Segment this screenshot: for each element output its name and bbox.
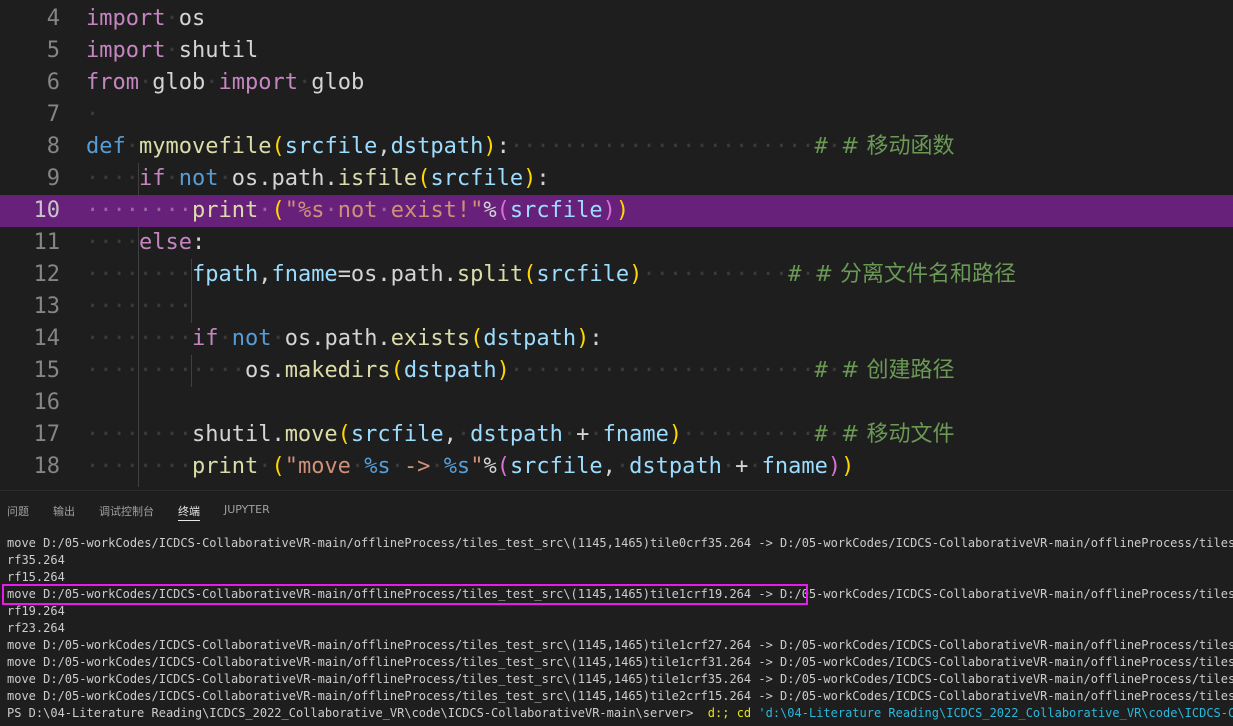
bottom-panel: 问题 输出 调试控制台 终端 JUPYTER move D:/05-workCo… [0,490,1233,726]
line-number: 10 [33,198,61,223]
line-number: 17 [33,422,61,447]
code-text: import·os [86,6,206,31]
code-line[interactable]: 4 import·os [0,3,1233,35]
code-line[interactable]: 8 def·mymovefile(srcfile,dstpath):······… [0,131,1233,163]
tab-terminal[interactable]: 终端 [178,503,200,521]
code-line[interactable]: 16 [0,387,1233,419]
line-number: 8 [46,134,60,159]
code-line[interactable]: 11 ····else: [0,227,1233,259]
code-comment: # 移动函数 [841,134,955,159]
code-line[interactable]: 12 ········fpath,fname=os.path.split(src… [0,259,1233,291]
code-line[interactable]: 13 ········ [0,291,1233,323]
terminal-line: move D:/05-workCodes/ICDCS-Collaborative… [7,536,1233,550]
code-text: ········print·("%s·not·exist!"%(srcfile)… [86,198,630,223]
panel-tabs: 问题 输出 调试控制台 终端 JUPYTER [0,491,1233,527]
line-number: 6 [46,70,60,95]
code-text: ············os.makedirs(dstpath)········… [86,358,955,383]
code-editor[interactable]: 4 import·os 5 import·shutil 6 from·glob·… [0,0,1233,490]
line-number: 13 [33,294,61,319]
code-line[interactable]: 15 ············os.makedirs(dstpath)·····… [0,355,1233,387]
line-number: 15 [33,358,61,383]
terminal-prompt: PS D:\04-Literature Reading\ICDCS_2022_C… [7,706,694,720]
terminal-line: rf19.264 [7,604,65,618]
code-comment: # 移动文件 [841,422,955,447]
code-text: import·shutil [86,38,259,63]
line-number: 7 [46,102,60,127]
code-line[interactable]: 14 ········if·not·os.path.exists(dstpath… [0,323,1233,355]
code-text: ········if·not·os.path.exists(dstpath): [86,326,603,351]
code-line[interactable]: 6 from·glob·import·glob [0,67,1233,99]
terminal-line: rf23.264 [7,621,65,635]
code-line-current[interactable]: 10 ········print·("%s·not·exist!"%(srcfi… [0,195,1233,227]
line-number: 9 [46,166,60,191]
tab-problems[interactable]: 问题 [7,503,29,519]
code-comment: # 创建路径 [841,358,955,383]
terminal-line: rf35.264 [7,553,65,567]
code-comment: # 分离文件名和路径 [814,262,1016,287]
code-text: ········shutil.move(srcfile,·dstpath·+·f… [86,422,955,447]
line-number: 14 [33,326,61,351]
tab-debug-console[interactable]: 调试控制台 [99,503,154,519]
line-number: 4 [46,6,60,31]
code-text: ····else: [86,230,206,255]
code-text: · [86,102,100,127]
annotation-highlight-box [2,584,808,605]
code-text: from·glob·import·glob [86,70,365,95]
code-text: ········print·("move·%s·->·%s"%(srcfile,… [86,454,855,479]
terminal-line: move D:/05-workCodes/ICDCS-Collaborative… [7,672,1233,686]
terminal-line: move D:/05-workCodes/ICDCS-Collaborative… [7,655,1233,669]
code-text: ········ [86,294,192,319]
line-number: 16 [33,390,61,415]
terminal-output[interactable]: move D:/05-workCodes/ICDCS-Collaborative… [7,535,1233,722]
code-text: ····if·not·os.path.isfile(srcfile): [86,166,550,191]
code-line[interactable]: 9 ····if·not·os.path.isfile(srcfile): [0,163,1233,195]
terminal-prompt-line[interactable]: PS D:\04-Literature Reading\ICDCS_2022_C… [7,705,1233,722]
code-line[interactable]: 17 ········shutil.move(srcfile,·dstpath·… [0,419,1233,451]
code-line[interactable]: 5 import·shutil [0,35,1233,67]
line-number: 18 [33,454,61,479]
terminal-line: move D:/05-workCodes/ICDCS-Collaborative… [7,638,1233,652]
code-line[interactable]: 18 ········print·("move·%s·->·%s"%(srcfi… [0,451,1233,483]
line-number: 5 [46,38,60,63]
terminal-command-arg: 'd:\04-Literature Reading\ICDCS_2022_Col… [758,706,1233,720]
code-text: def·mymovefile(srcfile,dstpath):········… [86,134,955,159]
tab-output[interactable]: 输出 [53,503,75,519]
tab-jupyter[interactable]: JUPYTER [224,503,270,516]
terminal-line: move D:/05-workCodes/ICDCS-Collaborative… [7,689,1233,703]
line-number: 12 [33,262,61,287]
line-number: 11 [33,230,61,255]
code-line[interactable]: 7 · [0,99,1233,131]
terminal-command: d:; cd [707,706,752,720]
code-text: ········fpath,fname=os.path.split(srcfil… [86,262,1016,287]
